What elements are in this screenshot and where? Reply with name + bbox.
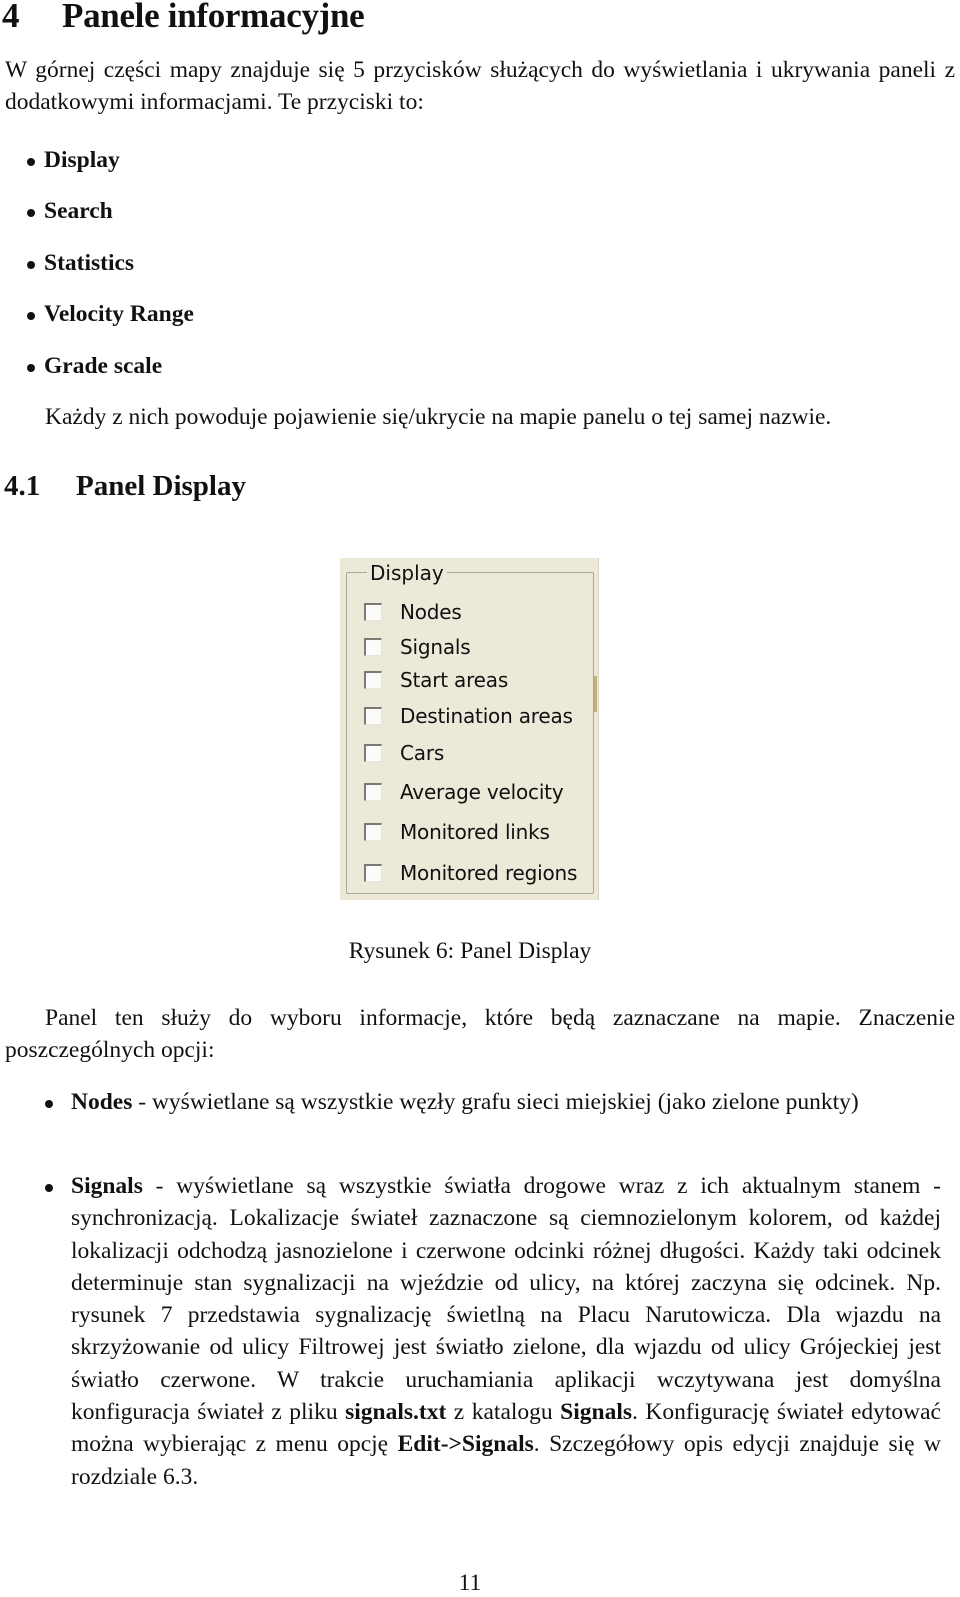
option-term: Nodes <box>71 1089 133 1115</box>
display-groupbox: Display Nodes Signals Start areas Destin… <box>346 560 594 894</box>
checkbox-icon[interactable] <box>364 707 382 725</box>
checkbox-cars[interactable]: Cars <box>364 738 444 768</box>
checkbox-average-velocity[interactable]: Average velocity <box>364 777 564 807</box>
section-number: 4 <box>2 0 20 35</box>
page-number: 11 <box>458 1570 482 1596</box>
list-item: Velocity Range <box>27 299 194 329</box>
folder-name: Signals <box>560 1399 633 1426</box>
option-text: - wyświetlane są wszystkie węzły grafu s… <box>132 1089 859 1115</box>
bullet-icon <box>27 312 35 320</box>
option-term: Signals <box>71 1173 143 1199</box>
display-panel-figure: Display Nodes Signals Start areas Destin… <box>340 558 599 900</box>
file-name: signals.txt <box>345 1399 447 1426</box>
bullet-icon <box>45 1184 53 1192</box>
checkbox-icon[interactable] <box>364 638 382 656</box>
checkbox-icon[interactable] <box>364 671 382 689</box>
panel-description: Panel ten służy do wyboru informacje, kt… <box>5 1005 955 1063</box>
checkbox-start-areas[interactable]: Start areas <box>364 665 508 695</box>
checkbox-icon[interactable] <box>364 823 382 841</box>
figure-caption: Rysunek 6: Panel Display <box>348 938 592 964</box>
checkbox-icon[interactable] <box>364 603 382 621</box>
subsection-number: 4.1 <box>4 470 41 502</box>
list-item: Statistics <box>27 248 134 278</box>
list-item: Search <box>27 196 113 226</box>
list-item: Nodes - wyświetlane są wszystkie węzły g… <box>45 1086 941 1118</box>
checkbox-icon[interactable] <box>364 864 382 882</box>
intro-paragraph: W górnej części mapy znajduje się 5 przy… <box>5 57 955 115</box>
checkbox-monitored-regions[interactable]: Monitored regions <box>364 858 577 888</box>
checkbox-icon[interactable] <box>364 783 382 801</box>
subsection-title: Panel Display <box>76 470 246 502</box>
list-item: Display <box>27 145 120 175</box>
option-text: - wyświetlane są wszystkie światła drogo… <box>71 1173 941 1426</box>
bullet-icon <box>27 209 35 217</box>
subsection-heading: 4.1 Panel Display <box>4 470 246 503</box>
checkbox-monitored-links[interactable]: Monitored links <box>364 817 550 847</box>
list-item: Grade scale <box>27 351 162 381</box>
figure-edge-mark <box>594 676 597 712</box>
bullet-icon <box>45 1100 53 1108</box>
checkbox-icon[interactable] <box>364 744 382 762</box>
bullet-icon <box>27 364 35 372</box>
after-list-paragraph: Każdy z nich powoduje pojawienie się/ukr… <box>45 404 832 430</box>
list-item: Signals - wyświetlane są wszystkie świat… <box>45 1170 941 1493</box>
bullet-icon <box>27 158 35 166</box>
checkbox-destination-areas[interactable]: Destination areas <box>364 701 573 731</box>
section-title: Panele informacyjne <box>62 0 365 35</box>
bullet-icon <box>27 261 35 269</box>
checkbox-signals[interactable]: Signals <box>364 632 471 662</box>
groupbox-label: Display <box>367 560 447 586</box>
menu-path: Edit->Signals <box>397 1431 534 1458</box>
section-heading: 4 Panele informacyjne <box>2 0 365 36</box>
checkbox-nodes[interactable]: Nodes <box>364 597 462 627</box>
